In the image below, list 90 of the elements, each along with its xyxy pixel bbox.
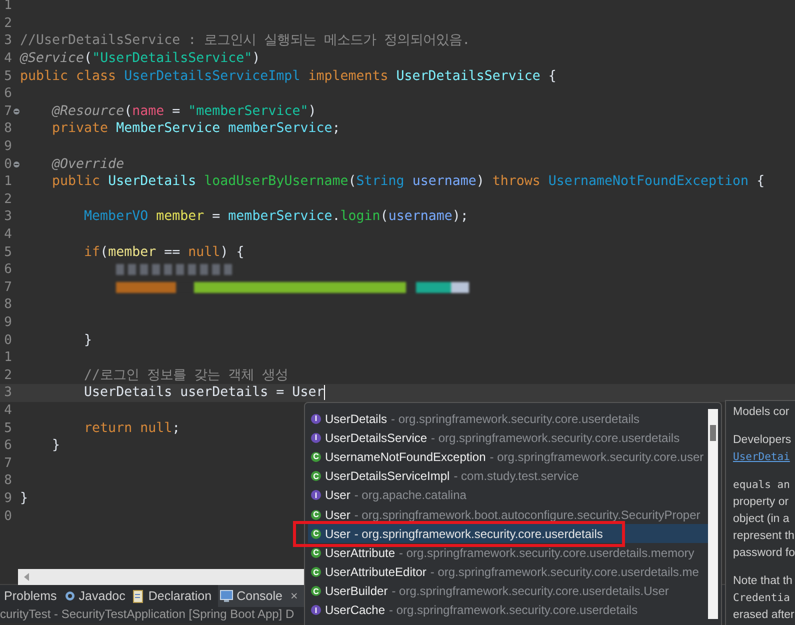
line-number: 0 — [3, 332, 12, 348]
line-number: 2 — [3, 16, 12, 31]
code-line: public UserDetails loadUserByUsername(String username) throws UsernameNotFoundException { — [51, 173, 765, 190]
completion-item[interactable]: I UserCache - org.springframework.security.core.userdetails — [308, 600, 709, 620]
monitor-icon — [220, 590, 233, 602]
line-number: 3 — [3, 385, 12, 400]
line-number: 4 — [3, 227, 12, 242]
type-icon: C — [311, 471, 321, 482]
doc-text: property or — [733, 495, 790, 510]
line-number: 8 — [3, 121, 12, 136]
type-icon: I — [311, 490, 321, 500]
line-number: 0 — [3, 508, 12, 524]
completion-item[interactable]: C UsernameNotFoundException - org.springframework.security.core.user — [308, 447, 709, 467]
line-number: 7 — [3, 456, 12, 471]
code-line: } — [83, 332, 92, 349]
code-line: @Override — [50, 156, 124, 173]
at-sign-icon — [64, 591, 75, 601]
type-icon: I — [311, 432, 321, 443]
line-number: 4 — [3, 402, 12, 418]
line-number: 9 — [3, 139, 12, 154]
line-number: 8 — [3, 473, 12, 488]
doc-text: Credentia — [733, 591, 791, 606]
line-number: 1 — [3, 174, 12, 190]
doc-text: object (in a — [733, 512, 790, 527]
completion-item[interactable]: C UserDetailsServiceImpl - com.study.test.service — [308, 466, 709, 486]
doc-link[interactable]: UserDetai — [733, 449, 795, 466]
line-number: 5 — [3, 420, 12, 436]
line-number: 8 — [3, 297, 12, 312]
completion-item[interactable]: I User - org.apache.catalina — [308, 486, 709, 505]
console-title: curityTest - SecurityTestApplication [Spring Boot App] D — [0, 607, 294, 621]
line-number: 9 — [3, 490, 12, 506]
line-number: 3 — [3, 33, 12, 48]
completion-item[interactable]: C UserBuilder - org.springframework.security.core.userdetails.User — [308, 582, 709, 601]
line-number: 4 — [3, 51, 12, 66]
code-line: //로그인 정보를 갖는 객체 생성 — [83, 366, 288, 384]
completion-item[interactable]: I UserDetails - org.springframework.security.core.userdetails — [308, 409, 709, 428]
code-line: if(member == null) { — [83, 244, 244, 261]
panel-tab[interactable]: Javadoc — [62, 585, 132, 607]
doc-text: Developers — [733, 433, 792, 448]
line-number: 6 — [3, 262, 12, 278]
type-icon: C — [311, 452, 321, 462]
type-icon: C — [311, 510, 321, 520]
type-icon: C — [311, 567, 321, 578]
line-number: 2 — [3, 368, 12, 383]
completion-item[interactable]: I UserDetailsService - org.springframework.security.core.userdetails — [308, 428, 709, 448]
code-line: @Resource(name = "memberService") — [50, 102, 316, 120]
document-icon — [133, 590, 144, 602]
code-line: private MemberService memberService; — [51, 120, 340, 138]
code-line: public class UserDetailsServiceImpl implements UserDetailsService { — [20, 68, 556, 85]
doc-text: equals an — [733, 478, 791, 493]
code-line: return null; — [83, 420, 180, 437]
line-number: 9 — [3, 314, 12, 330]
type-icon: C — [311, 548, 321, 558]
line-number: 6 — [3, 86, 12, 102]
panel-tab[interactable]: Console × — [218, 585, 304, 607]
code-line: UserDetails userDetails = User — [83, 384, 326, 402]
code-line: MemberVO member = memberService.login(username); — [83, 208, 468, 226]
line-number: 7 — [3, 280, 12, 295]
fold-marker-icon[interactable] — [13, 160, 20, 168]
line-number: 6 — [3, 438, 12, 454]
panel-tab[interactable]: Problems — [2, 585, 63, 607]
code-line: //UserDetailsService : 로그인시 실행되는 메소드가 정의되어있음. — [20, 32, 470, 50]
fold-marker-icon[interactable] — [13, 108, 20, 115]
doc-text: represent th — [733, 529, 795, 544]
code-line: } — [51, 437, 60, 454]
type-icon: I — [311, 414, 321, 424]
completion-item[interactable]: C User - org.springframework.security.core.userdetails — [308, 524, 709, 544]
doc-text: Note that th — [733, 574, 794, 589]
completion-item[interactable]: C UserAttributeEditor - org.springframework.security.core.userdetails.me — [308, 562, 709, 582]
code-line: } — [20, 490, 28, 507]
line-number: 1 — [3, 350, 12, 366]
line-number: 1 — [3, 0, 12, 14]
code-line: @Service("UserDetailsService") — [20, 50, 260, 68]
completion-item[interactable]: C User - org.springframework.boot.autoconfigure.security.SecurityProper — [308, 504, 709, 524]
doc-text: password fo — [733, 546, 795, 561]
type-icon: C — [311, 586, 321, 596]
panel-tab[interactable]: Declaration — [131, 585, 218, 607]
line-number: 5 — [3, 244, 12, 260]
line-number: 0 — [3, 156, 12, 172]
line-number: 7 — [3, 104, 12, 119]
line-number: 5 — [3, 68, 12, 84]
type-icon: I — [311, 605, 321, 616]
doc-text: erased after — [733, 608, 795, 623]
type-icon: C — [311, 528, 321, 539]
scrollbar-thumb[interactable] — [710, 425, 716, 441]
doc-text: Models cor — [733, 405, 790, 420]
close-icon[interactable]: × — [290, 589, 298, 603]
line-number: 2 — [3, 192, 12, 207]
completion-item[interactable]: C UserAttribute - org.springframework.security.core.userdetails.memory — [308, 543, 709, 562]
line-number: 3 — [3, 209, 12, 224]
